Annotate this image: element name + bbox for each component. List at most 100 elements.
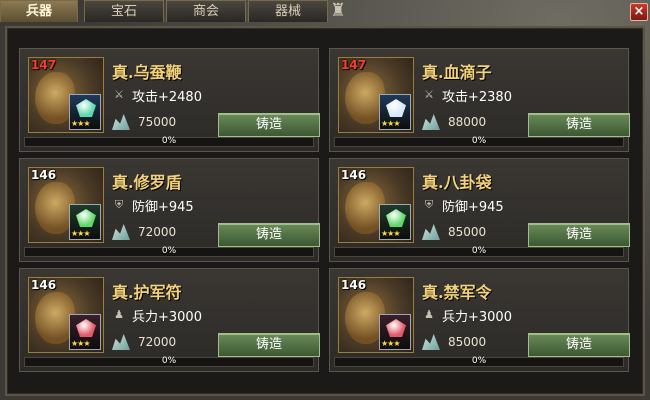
stat-value: 兵力+3000 (442, 309, 512, 325)
item-card: 146 ★★★ 真.禁军令 ♟ 兵力+3000 85000 铸造 0% (329, 268, 630, 372)
soldier-icon: ♟ (424, 308, 434, 321)
gem-icon (386, 319, 406, 337)
shield-icon: ⛨ (424, 198, 434, 211)
stat-row: ⛨ 防御+945 (112, 197, 194, 215)
forge-button[interactable]: 铸造 (528, 223, 630, 247)
forge-button[interactable]: 铸造 (218, 223, 320, 247)
stars-icon: ★★★ (381, 339, 400, 348)
cost-value: 72000 (138, 225, 177, 239)
ore-icon (422, 224, 440, 240)
stat-value: 兵力+3000 (132, 309, 202, 325)
item-thumbnail[interactable]: 147 ★★★ (338, 57, 414, 133)
cost-value: 72000 (138, 335, 177, 349)
item-thumbnail[interactable]: 147 ★★★ (28, 57, 104, 133)
sword-icon: ⚔ (424, 88, 434, 101)
stars-icon: ★★★ (381, 119, 400, 128)
item-level: 146 (341, 168, 367, 182)
tab-machinery[interactable]: 器械 (248, 0, 328, 22)
stat-value: 防御+945 (132, 199, 194, 215)
cost-value: 85000 (448, 225, 487, 239)
item-card: 147 ★★★ 真.乌蚕鞭 ⚔ 攻击+2480 75000 铸造 0% (19, 48, 320, 152)
forge-progress-bar: 0% (334, 356, 624, 367)
stat-row: ⛨ 防御+945 (422, 197, 504, 215)
stat-value: 攻击+2380 (442, 89, 512, 105)
tower-icon: ♜ (330, 0, 347, 21)
item-thumbnail[interactable]: 146 ★★★ (338, 167, 414, 243)
gem-slot[interactable]: ★★★ (379, 94, 411, 130)
item-level: 146 (31, 168, 57, 182)
shield-icon: ⛨ (114, 198, 124, 211)
forge-progress-bar: 0% (24, 356, 314, 367)
progress-label: 0% (471, 246, 487, 256)
stars-icon: ★★★ (71, 339, 90, 348)
cost-row: 72000 (112, 333, 176, 351)
close-icon[interactable]: × (630, 3, 648, 21)
item-thumbnail[interactable]: 146 ★★★ (28, 277, 104, 353)
stat-row: ♟ 兵力+3000 (422, 307, 512, 325)
tab-gems[interactable]: 宝石 (84, 0, 164, 22)
progress-label: 0% (161, 136, 177, 146)
item-thumbnail[interactable]: 146 ★★★ (28, 167, 104, 243)
ore-icon (422, 114, 440, 130)
ore-icon (112, 224, 130, 240)
item-name: 真.八卦袋 (422, 173, 492, 192)
stars-icon: ★★★ (71, 229, 90, 238)
cost-value: 85000 (448, 335, 487, 349)
gem-icon (386, 209, 406, 227)
gem-slot[interactable]: ★★★ (69, 204, 101, 240)
stat-value: 攻击+2480 (132, 89, 202, 105)
progress-label: 0% (471, 136, 487, 146)
item-name: 真.血滴子 (422, 63, 492, 82)
cost-value: 75000 (138, 115, 177, 129)
forge-progress-bar: 0% (24, 136, 314, 147)
item-level: 146 (341, 278, 367, 292)
gem-slot[interactable]: ★★★ (379, 314, 411, 350)
soldier-icon: ♟ (114, 308, 124, 321)
ore-icon (112, 114, 130, 130)
stat-row: ⚔ 攻击+2380 (422, 87, 512, 105)
item-card: 147 ★★★ 真.血滴子 ⚔ 攻击+2380 88000 铸造 0% (329, 48, 630, 152)
stat-value: 防御+945 (442, 199, 504, 215)
gem-icon (76, 319, 96, 337)
cost-row: 72000 (112, 223, 176, 241)
gem-slot[interactable]: ★★★ (69, 314, 101, 350)
forge-button[interactable]: 铸造 (528, 113, 630, 137)
cost-row: 75000 (112, 113, 176, 131)
stars-icon: ★★★ (71, 119, 90, 128)
forge-button[interactable]: 铸造 (528, 333, 630, 357)
item-level: 146 (31, 278, 57, 292)
progress-label: 0% (161, 356, 177, 366)
gem-slot[interactable]: ★★★ (69, 94, 101, 130)
item-card: 146 ★★★ 真.八卦袋 ⛨ 防御+945 85000 铸造 0% (329, 158, 630, 262)
ore-icon (422, 334, 440, 350)
item-name: 真.禁军令 (422, 283, 492, 302)
progress-label: 0% (161, 246, 177, 256)
item-name: 真.护军符 (112, 283, 182, 302)
item-card: 146 ★★★ 真.修罗盾 ⛨ 防御+945 72000 铸造 0% (19, 158, 320, 262)
ore-icon (112, 334, 130, 350)
cost-row: 85000 (422, 333, 486, 351)
tab-bar: 兵器 宝石 商会 器械 ♜ × (0, 0, 650, 24)
tab-weapons[interactable]: 兵器 (0, 0, 78, 22)
item-card: 146 ★★★ 真.护军符 ♟ 兵力+3000 72000 铸造 0% (19, 268, 320, 372)
item-level: 147 (341, 58, 367, 72)
stat-row: ♟ 兵力+3000 (112, 307, 202, 325)
gem-icon (76, 99, 96, 117)
cost-row: 85000 (422, 223, 486, 241)
item-name: 真.修罗盾 (112, 173, 182, 192)
sword-icon: ⚔ (114, 88, 124, 101)
forge-progress-bar: 0% (24, 246, 314, 257)
cost-value: 88000 (448, 115, 487, 129)
item-grid: 147 ★★★ 真.乌蚕鞭 ⚔ 攻击+2480 75000 铸造 0% 147 … (19, 48, 631, 393)
item-level: 147 (31, 58, 57, 72)
forge-progress-bar: 0% (334, 246, 624, 257)
item-name: 真.乌蚕鞭 (112, 63, 182, 82)
forge-button[interactable]: 铸造 (218, 333, 320, 357)
tab-guild[interactable]: 商会 (166, 0, 246, 22)
item-thumbnail[interactable]: 146 ★★★ (338, 277, 414, 353)
forge-button[interactable]: 铸造 (218, 113, 320, 137)
gem-slot[interactable]: ★★★ (379, 204, 411, 240)
stars-icon: ★★★ (381, 229, 400, 238)
forge-panel: 147 ★★★ 真.乌蚕鞭 ⚔ 攻击+2480 75000 铸造 0% 147 … (5, 26, 645, 396)
progress-label: 0% (471, 356, 487, 366)
